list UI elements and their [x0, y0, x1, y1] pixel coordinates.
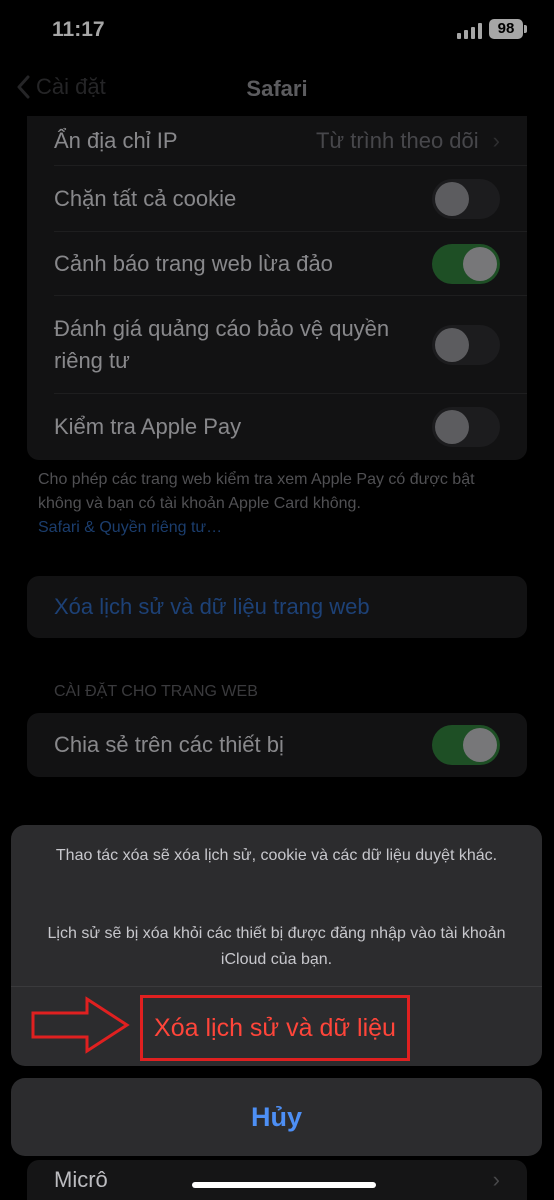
cancel-button[interactable]: Hủy [11, 1078, 542, 1156]
home-indicator[interactable] [192, 1182, 376, 1188]
microphone-row[interactable]: Micrô › [27, 1160, 527, 1200]
sheet-divider [11, 986, 542, 987]
clear-history-data-button[interactable]: Xóa lịch sử và dữ liệu [140, 995, 410, 1061]
sheet-message-2: Lịch sử sẽ bị xóa khỏi các thiết bị được… [47, 925, 506, 968]
sheet-message-1: Thao tác xóa sẽ xóa lịch sử, cookie và c… [55, 847, 498, 864]
chevron-right-icon: › [492, 1167, 500, 1192]
arrow-right-icon [31, 996, 130, 1054]
microphone-label: Micrô [54, 1167, 108, 1192]
